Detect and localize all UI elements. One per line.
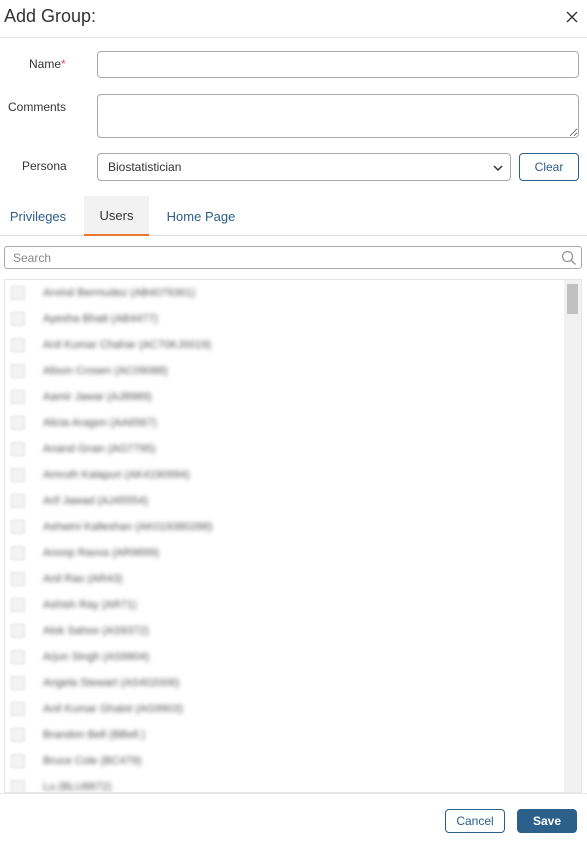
- user-checkbox[interactable]: [11, 286, 25, 300]
- persona-label: Persona: [22, 159, 67, 173]
- user-checkbox[interactable]: [11, 390, 25, 404]
- comments-label: Comments: [8, 100, 67, 114]
- user-checkbox[interactable]: [11, 364, 25, 378]
- list-item[interactable]: Alok Sahoo (AS9372): [5, 618, 581, 644]
- chevron-down-icon: [493, 165, 503, 172]
- user-name: Anil Kumar Chahar (AC70KJ0019): [43, 339, 212, 351]
- user-name: Alok Sahoo (AS9372): [43, 625, 149, 637]
- list-item[interactable]: Anil Kumar Chahar (AC70KJ0019): [5, 332, 581, 358]
- user-name: Angela Stewart (AS402006): [43, 677, 180, 689]
- user-name: Bruce Cole (BC479): [43, 755, 142, 767]
- close-button[interactable]: [561, 6, 583, 28]
- dialog-header: Add Group:: [0, 0, 587, 38]
- scrollbar-thumb[interactable]: [567, 284, 578, 314]
- user-name: Anil Rao (AR43): [43, 573, 123, 585]
- persona-select[interactable]: Biostatistician: [97, 153, 511, 181]
- list-item[interactable]: Anil Kumar Ghalot (AG9903): [5, 696, 581, 722]
- list-item[interactable]: Alicia Aragon (AA6567): [5, 410, 581, 436]
- list-item[interactable]: Angela Stewart (AS402006): [5, 670, 581, 696]
- dialog-title: Add Group:: [4, 6, 97, 26]
- list-item[interactable]: Anil Rao (AR43): [5, 566, 581, 592]
- user-checkbox[interactable]: [11, 598, 25, 612]
- list-item[interactable]: Lu (BLU8872): [5, 774, 581, 793]
- list-item[interactable]: Bruce Cole (BC479): [5, 748, 581, 774]
- list-item[interactable]: Aamir Jawar (AJ8989): [5, 384, 581, 410]
- clear-button[interactable]: Clear: [519, 153, 579, 181]
- users-list[interactable]: Arvind Bermudez (AB4079361) Ayesha Bhatt …: [4, 279, 582, 793]
- user-name: Ashish Ray (AR71): [43, 599, 137, 611]
- list-item[interactable]: Ashish Ray (AR71): [5, 592, 581, 618]
- user-name: Arif Jawad (AJ45554): [43, 495, 149, 507]
- list-item[interactable]: Anoop Ravva (AR9899): [5, 540, 581, 566]
- list-item[interactable]: Alison Crosen (AC09088): [5, 358, 581, 384]
- persona-selected-value: Biostatistician: [108, 160, 182, 174]
- user-checkbox[interactable]: [11, 572, 25, 586]
- list-item[interactable]: Arvind Bermudez (AB4079361): [5, 280, 581, 306]
- user-checkbox[interactable]: [11, 650, 25, 664]
- list-item[interactable]: Ayesha Bhatt (AB4477): [5, 306, 581, 332]
- user-name: Alison Crosen (AC09088): [43, 365, 168, 377]
- list-item[interactable]: Amruth Kalapuri (AK4190994): [5, 462, 581, 488]
- tab-home-page[interactable]: Home Page: [158, 196, 244, 236]
- close-icon: [566, 11, 578, 23]
- user-checkbox[interactable]: [11, 780, 25, 792]
- list-item[interactable]: Anand Gnan (AG7795): [5, 436, 581, 462]
- search-placeholder: Search: [13, 251, 52, 265]
- user-name: Amruth Kalapuri (AK4190994): [43, 469, 190, 481]
- user-name: Lu (BLU8872): [43, 781, 112, 793]
- user-checkbox[interactable]: [11, 728, 25, 742]
- user-checkbox[interactable]: [11, 520, 25, 534]
- comments-field[interactable]: [97, 94, 579, 138]
- list-scrollbar[interactable]: [564, 280, 581, 792]
- user-checkbox[interactable]: [11, 468, 25, 482]
- tab-privileges[interactable]: Privileges: [0, 196, 76, 236]
- user-name: Alicia Aragon (AA6567): [43, 417, 157, 429]
- save-button[interactable]: Save: [517, 809, 577, 833]
- required-mark: *: [61, 57, 66, 71]
- user-name: Ashwini Kalleshan (AK019380288): [43, 521, 213, 533]
- user-name: Aamir Jawar (AJ8989): [43, 391, 152, 403]
- list-item[interactable]: Arjun Singh (AS9904): [5, 644, 581, 670]
- user-name: Arjun Singh (AS9904): [43, 651, 150, 663]
- cancel-button[interactable]: Cancel: [445, 809, 505, 833]
- name-field[interactable]: [97, 51, 579, 78]
- user-name: Anil Kumar Ghalot (AG9903): [43, 703, 184, 715]
- user-checkbox[interactable]: [11, 312, 25, 326]
- tab-bar: Privileges Users Home Page: [0, 196, 587, 236]
- user-checkbox[interactable]: [11, 494, 25, 508]
- user-checkbox[interactable]: [11, 546, 25, 560]
- user-checkbox[interactable]: [11, 702, 25, 716]
- search-icon: [561, 250, 576, 265]
- tab-users[interactable]: Users: [84, 196, 149, 236]
- name-label: Name*: [29, 57, 66, 71]
- user-checkbox[interactable]: [11, 338, 25, 352]
- user-name: Anoop Ravva (AR9899): [43, 547, 160, 559]
- search-input[interactable]: Search: [4, 246, 582, 269]
- dialog-footer: Cancel Save: [0, 793, 587, 843]
- list-item[interactable]: Ashwini Kalleshan (AK019380288): [5, 514, 581, 540]
- list-item[interactable]: Arif Jawad (AJ45554): [5, 488, 581, 514]
- user-checkbox[interactable]: [11, 624, 25, 638]
- user-name: Brandon Bell (BBell.): [43, 729, 146, 741]
- user-name: Anand Gnan (AG7795): [43, 443, 156, 455]
- user-checkbox[interactable]: [11, 416, 25, 430]
- list-item[interactable]: Brandon Bell (BBell.): [5, 722, 581, 748]
- user-name: Ayesha Bhatt (AB4477): [43, 313, 158, 325]
- user-name: Arvind Bermudez (AB4079361): [43, 287, 196, 299]
- user-checkbox[interactable]: [11, 442, 25, 456]
- user-checkbox[interactable]: [11, 676, 25, 690]
- user-checkbox[interactable]: [11, 754, 25, 768]
